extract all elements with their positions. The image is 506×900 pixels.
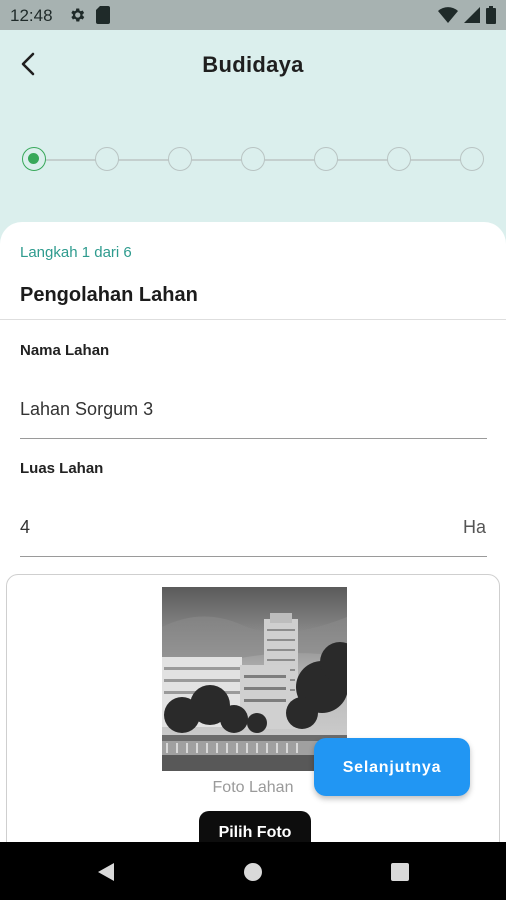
section-divider xyxy=(0,319,506,320)
home-circle-icon xyxy=(244,863,262,881)
sim-card-icon xyxy=(96,6,110,29)
nav-recents-button[interactable] xyxy=(388,860,412,884)
page-title: Budidaya xyxy=(202,52,304,77)
nama-lahan-underline xyxy=(20,438,487,439)
battery-icon xyxy=(486,6,496,29)
step-caption: Langkah 1 dari 6 xyxy=(20,244,132,261)
step-6-indicator[interactable] xyxy=(387,147,411,171)
photo-card: Foto Lahan Pilih Foto xyxy=(6,574,500,864)
back-triangle-icon xyxy=(98,863,114,881)
luas-lahan-unit: Ha xyxy=(462,517,486,537)
status-time: 12:48 xyxy=(10,6,53,25)
system-nav-bar xyxy=(0,842,506,900)
next-button[interactable]: Selanjutnya xyxy=(314,738,470,796)
field-label-nama-lahan: Nama Lahan xyxy=(20,342,110,359)
luas-lahan-underline xyxy=(20,556,487,557)
status-bar: 12:48 xyxy=(0,0,506,30)
nav-back-button[interactable] xyxy=(94,860,118,884)
step-3-indicator[interactable] xyxy=(168,147,192,171)
recents-square-icon xyxy=(391,863,409,881)
progress-stepper xyxy=(22,146,484,174)
section-title: Pengolahan Lahan xyxy=(20,284,198,306)
nama-lahan-input[interactable]: Lahan Sorgum 3 xyxy=(20,399,153,420)
step-5-indicator[interactable] xyxy=(314,147,338,171)
gear-icon xyxy=(68,6,86,29)
nav-home-button[interactable] xyxy=(241,860,265,884)
step-1-indicator[interactable] xyxy=(22,147,46,171)
step-4-indicator[interactable] xyxy=(241,147,265,171)
app-bar: Budidaya xyxy=(0,30,506,102)
wifi-icon xyxy=(438,7,458,28)
step-2-indicator[interactable] xyxy=(95,147,119,171)
luas-lahan-input[interactable]: 4 xyxy=(20,517,30,538)
field-label-luas-lahan: Luas Lahan xyxy=(20,460,104,477)
step-7-indicator[interactable] xyxy=(460,147,484,171)
signal-icon xyxy=(464,7,480,28)
